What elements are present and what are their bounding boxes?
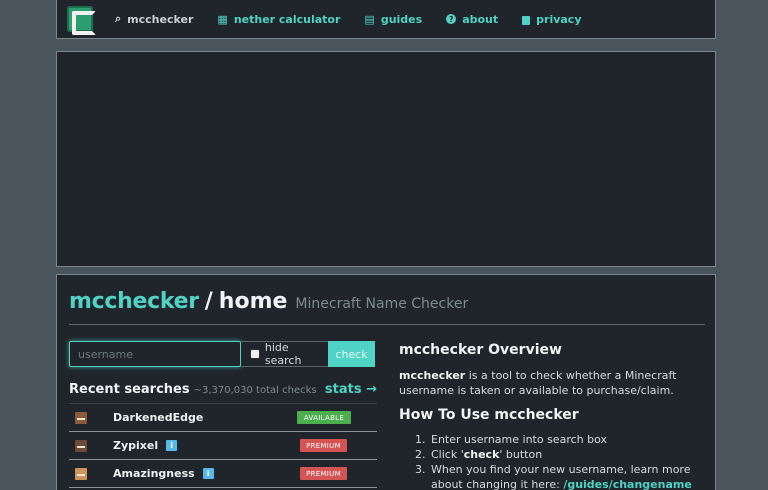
status-badge: AVAILABLE: [297, 411, 351, 424]
recent-total: ~3,370,030 total checks: [193, 385, 317, 396]
list-item[interactable]: Zypixel i PREMIUM: [69, 432, 377, 460]
checker-column: hide search check Recent searches ~3,370…: [69, 341, 377, 490]
username-link[interactable]: Zypixel: [113, 439, 158, 452]
overview-heading: mcchecker Overview: [399, 342, 562, 358]
howto-steps: Enter username into search box Click 'ch…: [399, 432, 699, 490]
page-title: mcchecker / home Minecraft Name Checker: [69, 289, 703, 314]
step-text: Enter username into search box: [431, 433, 607, 446]
main-card: mcchecker / home Minecraft Name Checker …: [56, 274, 716, 490]
username-input[interactable]: [69, 341, 241, 367]
nav-label: mcchecker: [127, 12, 194, 26]
status-badge: PREMIUM: [300, 467, 347, 480]
changename-guide-link[interactable]: /guides/changename: [563, 478, 692, 490]
ad-slot: [56, 51, 716, 267]
search-icon: ⌕: [115, 12, 122, 25]
mcchecker-logo[interactable]: [67, 6, 96, 35]
question-circle-icon: ?: [446, 14, 457, 24]
username-link[interactable]: Amazingness: [113, 467, 195, 480]
overview-brand: mcchecker: [399, 369, 466, 382]
nav-about[interactable]: ? about: [446, 13, 498, 26]
list-item[interactable]: Amazingness i PREMIUM: [69, 460, 377, 488]
check-button[interactable]: check: [328, 341, 375, 367]
step-item: When you find your new username, learn m…: [429, 462, 699, 490]
step-item: Click 'check' button: [429, 447, 699, 462]
hide-search-checkbox[interactable]: [250, 349, 260, 359]
nav-label: about: [462, 12, 499, 26]
title-brand: mcchecker: [69, 289, 199, 314]
step-text: Click ': [431, 448, 464, 461]
nav-nether-calculator[interactable]: ▦ nether calculator: [217, 13, 340, 26]
nav-label: privacy: [536, 12, 582, 26]
overview-column: mcchecker Overview mcchecker is a tool t…: [399, 341, 699, 490]
skin-head-icon: [75, 439, 87, 452]
hide-search-label: hide search: [264, 341, 302, 367]
username-link[interactable]: DarkenedEdge: [113, 411, 203, 424]
list-item[interactable]: DarkenedEdge AVAILABLE: [69, 404, 377, 432]
nav-label: guides: [380, 12, 423, 26]
nav-guides[interactable]: ▤ guides: [364, 13, 422, 26]
skin-head-icon: [75, 411, 87, 424]
nav-privacy[interactable]: privacy: [522, 12, 582, 26]
calculator-icon: ▦: [217, 12, 228, 26]
title-page: home: [218, 289, 288, 314]
status-badge: PREMIUM: [300, 439, 347, 452]
step-item: Enter username into search box: [429, 432, 699, 447]
nav-mcchecker[interactable]: ⌕ mcchecker: [115, 12, 193, 26]
recent-title: Recent searches: [69, 382, 190, 397]
title-subtitle: Minecraft Name Checker: [295, 296, 469, 312]
title-divider: [69, 324, 705, 325]
recent-list: DarkenedEdge AVAILABLE Zypixel i PREMIUM…: [69, 403, 377, 490]
overview-text: mcchecker is a tool to check whether a M…: [399, 368, 699, 398]
recent-header: Recent searches ~3,370,030 total checks …: [69, 382, 377, 397]
info-icon[interactable]: i: [202, 468, 214, 479]
step-bold: check: [463, 448, 500, 461]
skin-head-icon: [75, 467, 87, 480]
info-icon[interactable]: i: [166, 440, 178, 451]
step-text: ' button: [499, 448, 543, 461]
howto-heading: How To Use mcchecker: [399, 407, 579, 423]
stats-link[interactable]: stats →: [325, 382, 377, 397]
search-bar: hide search check: [69, 341, 377, 367]
book-icon: ▤: [364, 12, 375, 26]
navbar: ⌕ mcchecker ▦ nether calculator ▤ guides…: [56, 0, 716, 39]
nav-label: nether calculator: [233, 12, 341, 26]
title-separator: /: [204, 289, 213, 314]
lock-icon: [522, 15, 531, 25]
hide-search-toggle[interactable]: hide search: [241, 341, 328, 367]
